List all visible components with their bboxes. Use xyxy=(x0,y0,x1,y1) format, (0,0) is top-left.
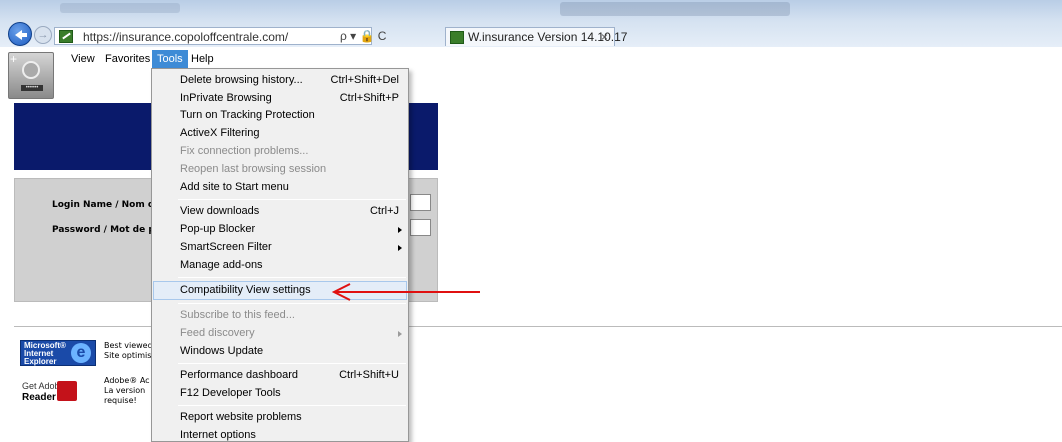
menu-item-label: Windows Update xyxy=(180,345,264,357)
menu-item-label: ActiveX Filtering xyxy=(180,127,260,139)
menu-item-label: Internet options xyxy=(180,429,256,441)
adobe-notice-line2: La version xyxy=(104,386,146,395)
adobe-notice-line1: Adobe® Ac xyxy=(104,376,150,385)
tab-close-icon[interactable]: × xyxy=(601,30,608,44)
ie-notice-line2: Site optimis xyxy=(104,351,152,360)
menu-item-label: F12 Developer Tools xyxy=(180,387,281,399)
menu-item-f12-tools[interactable]: F12 Developer Tools xyxy=(153,385,407,402)
forward-glyph: → xyxy=(37,29,49,41)
menu-item-label: Reopen last browsing session xyxy=(180,163,327,175)
adobe-notice-line3: requise! xyxy=(104,396,137,405)
ie-logo-icon: e xyxy=(71,343,91,363)
menu-item-shortcut: Ctrl+J xyxy=(369,205,399,217)
ie-notice-line1: Best viewed xyxy=(104,341,153,350)
menu-item-view-downloads[interactable]: View downloads Ctrl+J xyxy=(153,203,407,220)
menu-item-label: Turn on Tracking Protection xyxy=(180,109,315,121)
menu-item-label: Subscribe to this feed... xyxy=(180,309,295,321)
browser-tab[interactable]: W.insurance Version 14.10.17 × xyxy=(445,27,627,46)
menu-item-internet-options[interactable]: Internet options xyxy=(153,427,407,442)
menu-favorites[interactable]: Favorites xyxy=(100,50,155,68)
fav-gear-icon xyxy=(22,61,40,79)
title-bar-blur-right xyxy=(560,2,790,16)
fav-plus-icon: + xyxy=(10,52,18,66)
adobe-reader-badge-icon[interactable]: Get Adobe Reader xyxy=(20,380,78,406)
menu-item-performance-dashboard[interactable]: Performance dashboard Ctrl+Shift+U xyxy=(153,367,407,384)
ie-badge-text: Microsoft® Internet Explorer xyxy=(24,341,66,366)
back-arrow-icon[interactable] xyxy=(8,22,32,46)
menu-item-label: InPrivate Browsing xyxy=(180,92,272,104)
adobe-reader-text: Reader xyxy=(22,392,56,403)
menu-item-add-to-start[interactable]: Add site to Start menu xyxy=(153,179,407,196)
menu-item-popup-blocker[interactable]: Pop-up Blocker xyxy=(153,221,407,238)
menu-item-manage-addons[interactable]: Manage add-ons xyxy=(153,257,407,274)
menu-item-delete-history[interactable]: Delete browsing history... Ctrl+Shift+Del xyxy=(153,72,407,89)
login-name-label: Login Name / Nom d'u xyxy=(52,200,164,210)
internet-explorer-badge-icon[interactable]: Microsoft® Internet Explorer e xyxy=(20,340,96,366)
menu-tools[interactable]: Tools xyxy=(152,50,188,68)
menu-item-shortcut: Ctrl+Shift+Del xyxy=(330,74,399,86)
menu-item-label: Pop-up Blocker xyxy=(180,223,256,235)
favorites-center-icon[interactable]: + •••••• xyxy=(8,52,54,99)
menu-separator xyxy=(178,199,406,200)
submenu-arrow-icon xyxy=(398,331,402,337)
menu-item-fix-connection: Fix connection problems... xyxy=(153,143,407,160)
address-bar[interactable]: https://insurance.copoloffcentrale.com/ xyxy=(54,27,372,45)
address-url[interactable]: https://insurance.copoloffcentrale.com/ xyxy=(83,30,288,44)
menu-separator xyxy=(178,405,406,406)
menu-item-shortcut: Ctrl+Shift+U xyxy=(339,369,399,381)
menu-item-label: Performance dashboard xyxy=(180,369,299,381)
menu-item-reopen-session: Reopen last browsing session xyxy=(153,161,407,178)
adobe-notice: Adobe® Ac La version requise! xyxy=(104,376,150,406)
menu-separator xyxy=(178,303,406,304)
menu-item-label: Fix connection problems... xyxy=(180,145,309,157)
tools-menu-dropdown: Delete browsing history... Ctrl+Shift+Del… xyxy=(151,68,409,442)
submenu-arrow-icon xyxy=(398,245,402,251)
annotation-arrow-icon xyxy=(331,283,480,301)
menu-item-label: Manage add-ons xyxy=(180,259,263,271)
title-bar-blur xyxy=(60,3,180,13)
forward-arrow-icon[interactable]: → xyxy=(34,26,52,44)
menu-item-label: Compatibility View settings xyxy=(180,284,311,296)
menu-item-label: Feed discovery xyxy=(180,327,255,339)
menu-help[interactable]: Help xyxy=(186,50,219,68)
menu-item-inprivate[interactable]: InPrivate Browsing Ctrl+Shift+P xyxy=(153,90,407,107)
password-label: Password / Mot de pa xyxy=(52,225,161,235)
submenu-arrow-icon xyxy=(398,227,402,233)
login-name-field[interactable] xyxy=(410,194,431,211)
menu-item-label: SmartScreen Filter xyxy=(180,241,272,253)
menu-item-subscribe-feed: Subscribe to this feed... xyxy=(153,307,407,324)
tab-favicon-icon xyxy=(450,31,464,44)
site-favicon-icon xyxy=(59,30,73,43)
adobe-logo-icon xyxy=(57,381,77,401)
menu-item-smartscreen[interactable]: SmartScreen Filter xyxy=(153,239,407,256)
fav-dots: •••••• xyxy=(21,85,43,91)
menu-item-activex-filtering[interactable]: ActiveX Filtering xyxy=(153,125,407,142)
menu-item-report-problems[interactable]: Report website problems xyxy=(153,409,407,426)
menu-view[interactable]: View xyxy=(66,50,100,68)
menu-item-label: Add site to Start menu xyxy=(180,181,289,193)
menu-item-feed-discovery: Feed discovery xyxy=(153,325,407,342)
menu-item-label: Delete browsing history... xyxy=(180,74,303,86)
address-controls[interactable]: ρ ▾ 🔒 C xyxy=(340,27,402,45)
menu-item-tracking-protection[interactable]: Turn on Tracking Protection xyxy=(153,107,407,124)
menu-item-shortcut: Ctrl+Shift+P xyxy=(339,92,399,104)
menu-item-label: View downloads xyxy=(180,205,260,217)
menu-item-label: Report website problems xyxy=(180,411,302,423)
ie-notice: Best viewed Site optimis xyxy=(104,341,153,361)
menu-item-windows-update[interactable]: Windows Update xyxy=(153,343,407,360)
menu-separator xyxy=(178,363,406,364)
menu-bar: View Favorites Tools Help xyxy=(0,50,1062,68)
menu-separator xyxy=(178,277,406,278)
password-field[interactable] xyxy=(410,219,431,236)
